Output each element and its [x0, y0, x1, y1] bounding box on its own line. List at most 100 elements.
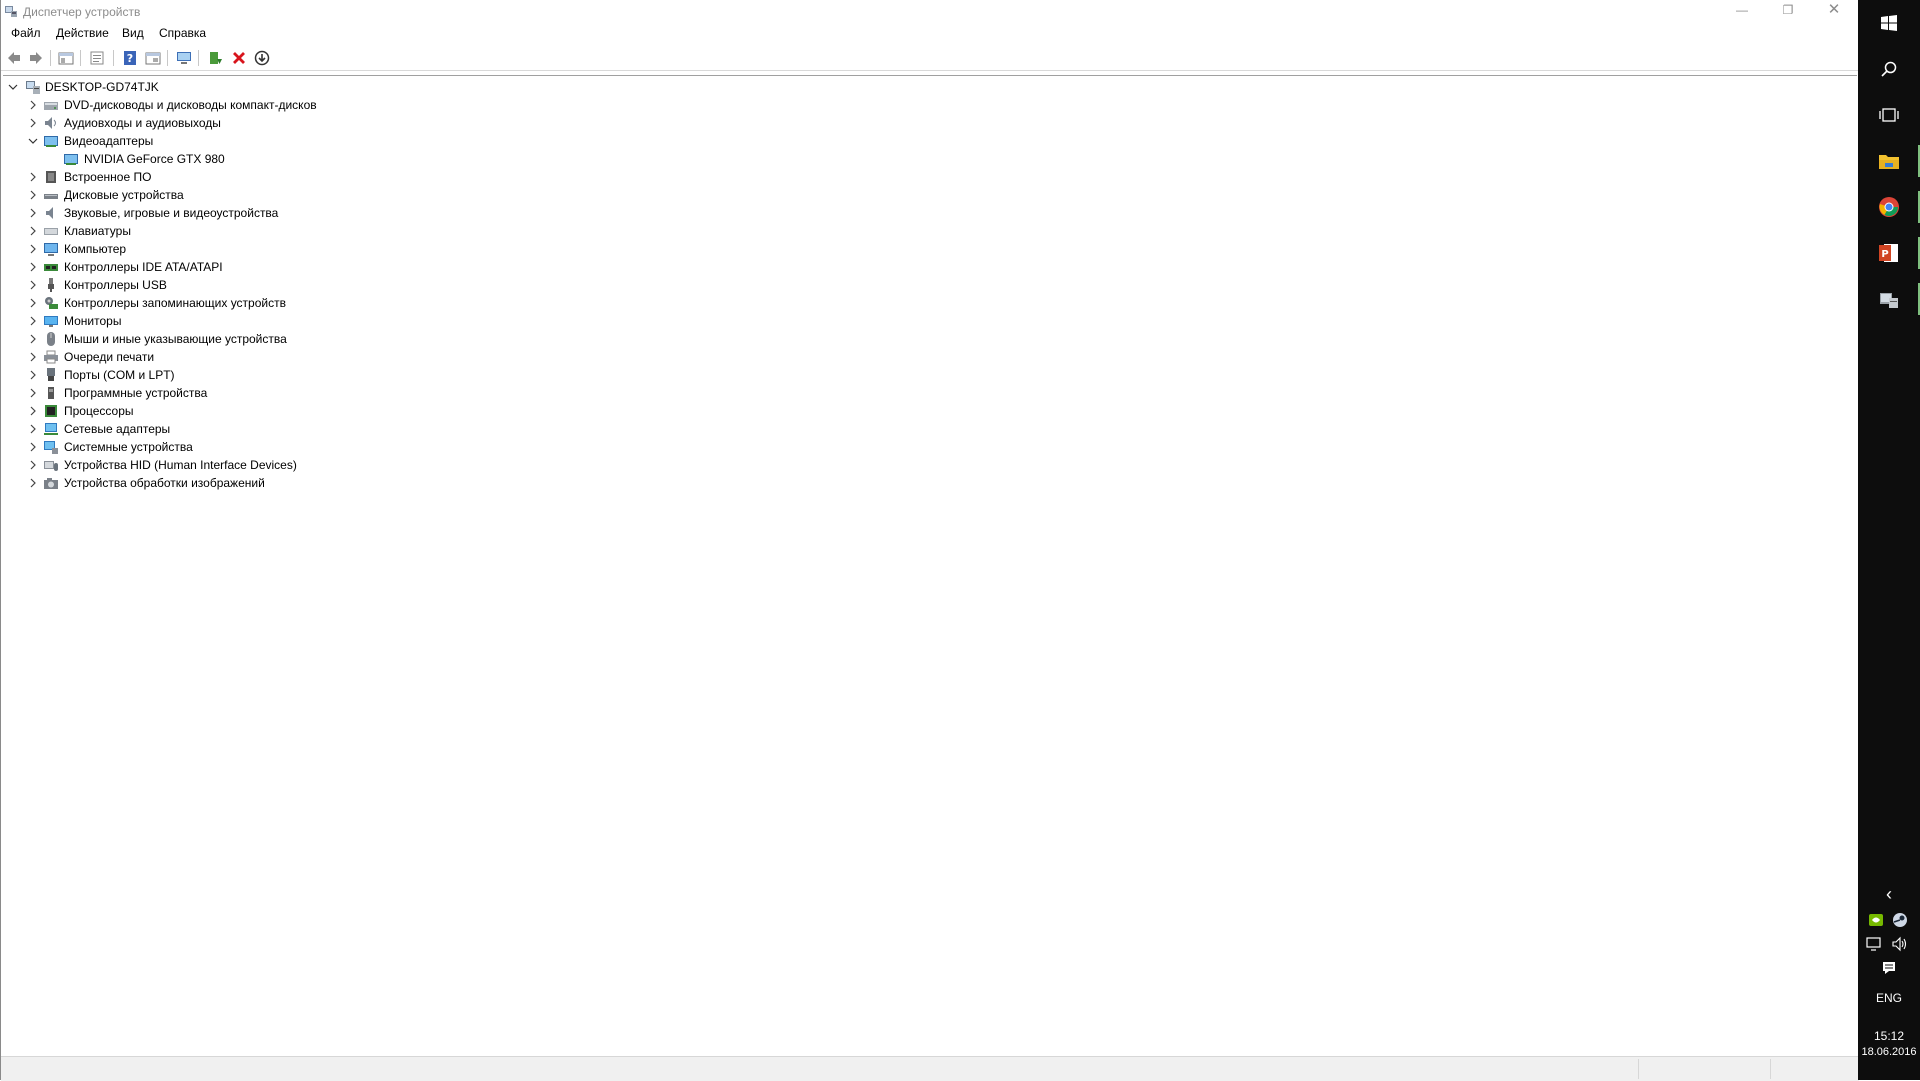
help-icon[interactable]: ?: [120, 48, 140, 68]
category-label: Встроенное ПО: [64, 170, 152, 184]
console-tree-icon[interactable]: [56, 48, 76, 68]
monitor-icon: [44, 316, 58, 327]
menu-action[interactable]: Действие: [54, 26, 111, 40]
download-icon[interactable]: [252, 48, 272, 68]
ide-controller-icon: [44, 264, 58, 271]
forward-icon[interactable]: [26, 48, 46, 68]
category-label: Мыши и иные указывающие устройства: [64, 332, 287, 346]
toolbar-separator: [50, 50, 51, 66]
view-icon[interactable]: [143, 48, 163, 68]
category-label: Аудиовходы и аудиовыходы: [64, 116, 221, 130]
status-bar: [1, 1056, 1859, 1081]
category-label: Звуковые, игровые и видеоустройства: [64, 206, 279, 220]
display-adapter-icon: [44, 136, 58, 147]
volume-icon[interactable]: [1891, 936, 1909, 952]
properties-icon[interactable]: [87, 48, 107, 68]
chevron-right-icon[interactable]: [27, 204, 39, 222]
scan-hardware-icon[interactable]: [174, 48, 194, 68]
back-icon[interactable]: [4, 48, 24, 68]
chevron-down-icon[interactable]: [7, 78, 19, 96]
action-center-icon[interactable]: [1858, 960, 1920, 980]
chevron-right-icon[interactable]: [27, 258, 39, 276]
toolbar-separator: [198, 50, 199, 66]
mouse-icon: [47, 332, 55, 346]
chevron-right-icon[interactable]: [27, 402, 39, 420]
category-label: Устройства обработки изображений: [64, 476, 265, 490]
search-icon[interactable]: [1858, 46, 1920, 92]
update-driver-icon[interactable]: [205, 48, 225, 68]
processor-icon: [45, 405, 57, 417]
chevron-right-icon[interactable]: [27, 168, 39, 186]
svg-text:P: P: [1881, 249, 1888, 260]
chevron-right-icon[interactable]: [27, 348, 39, 366]
printer-icon: [44, 350, 58, 364]
category-label: Контроллеры IDE ATA/ATAPI: [64, 260, 223, 274]
chevron-right-icon[interactable]: [27, 294, 39, 312]
nvidia-icon[interactable]: [1868, 912, 1884, 928]
computer-name: DESKTOP-GD74TJK: [45, 80, 159, 94]
start-icon[interactable]: [1858, 0, 1920, 46]
chevron-right-icon[interactable]: [27, 438, 39, 456]
category-label: Сетевые адаптеры: [64, 422, 171, 436]
chevron-right-icon[interactable]: [27, 474, 39, 492]
toolbar-separator: [80, 50, 81, 66]
category-label: Порты (COM и LPT): [64, 368, 175, 382]
menu-view[interactable]: Вид: [120, 26, 146, 40]
storage-controller-icon: [45, 297, 58, 309]
keyboard-icon: [44, 228, 58, 235]
chevron-right-icon[interactable]: [27, 330, 39, 348]
device-manager-window: Диспетчер устройств — ❐ ✕ Файл Действие …: [0, 0, 1859, 1081]
svg-text:?: ?: [127, 52, 133, 65]
menu-file[interactable]: Файл: [9, 26, 43, 40]
chevron-right-icon[interactable]: [27, 114, 39, 132]
chevron-right-icon[interactable]: [27, 186, 39, 204]
port-icon: [47, 368, 55, 381]
hid-icon: [44, 461, 58, 471]
clock-date[interactable]: 18.06.2016: [1858, 1046, 1920, 1058]
title-bar[interactable]: Диспетчер устройств — ❐ ✕: [1, 0, 1859, 22]
category-label: Процессоры: [64, 404, 134, 418]
powerpoint-icon[interactable]: P: [1858, 230, 1920, 276]
chevron-right-icon[interactable]: [27, 456, 39, 474]
dvd-drive-icon: [44, 102, 58, 110]
language-indicator[interactable]: ENG: [1858, 991, 1920, 1005]
category-label: Системные устройства: [64, 440, 193, 454]
category-label: Устройства HID (Human Interface Devices): [64, 458, 297, 472]
firmware-icon: [46, 171, 56, 183]
chevron-right-icon[interactable]: [27, 420, 39, 438]
chevron-down-icon[interactable]: [27, 132, 39, 150]
chrome-icon[interactable]: [1858, 184, 1920, 230]
network-icon[interactable]: [1866, 936, 1884, 952]
status-cell: [1638, 1059, 1771, 1079]
chevron-right-icon[interactable]: [27, 384, 39, 402]
network-adapter-icon: [44, 423, 58, 435]
task-view-icon[interactable]: [1858, 92, 1920, 138]
imaging-icon: [44, 478, 58, 489]
menu-help[interactable]: Справка: [157, 26, 208, 40]
maximize-button[interactable]: ❐: [1765, 0, 1811, 22]
category-label: Дисковые устройства: [64, 188, 184, 202]
category-label: DVD-дисководы и дисководы компакт-дисков: [64, 98, 317, 112]
close-button[interactable]: ✕: [1811, 0, 1857, 22]
toolbar: ?: [1, 46, 1859, 71]
chevron-right-icon[interactable]: [27, 366, 39, 384]
disk-drive-icon: [44, 194, 58, 199]
category-label: Видеоадаптеры: [64, 134, 154, 148]
device-manager-icon[interactable]: [1858, 276, 1920, 322]
display-adapter-icon: [64, 154, 78, 165]
steam-icon[interactable]: [1892, 912, 1908, 928]
computer-icon: [26, 81, 40, 94]
chevron-right-icon[interactable]: [27, 276, 39, 294]
chevron-right-icon[interactable]: [27, 96, 39, 114]
system-device-icon: [44, 441, 58, 454]
uninstall-icon[interactable]: [229, 48, 249, 68]
tray-expand-button[interactable]: ‹: [1858, 884, 1920, 905]
clock-time[interactable]: 15:12: [1858, 1029, 1920, 1043]
window-title: Диспетчер устройств: [23, 5, 141, 19]
file-explorer-icon[interactable]: [1858, 138, 1920, 184]
chevron-right-icon[interactable]: [27, 222, 39, 240]
chevron-right-icon[interactable]: [27, 240, 39, 258]
minimize-button[interactable]: —: [1719, 0, 1765, 22]
device-label: NVIDIA GeForce GTX 980: [84, 152, 225, 166]
chevron-right-icon[interactable]: [27, 312, 39, 330]
